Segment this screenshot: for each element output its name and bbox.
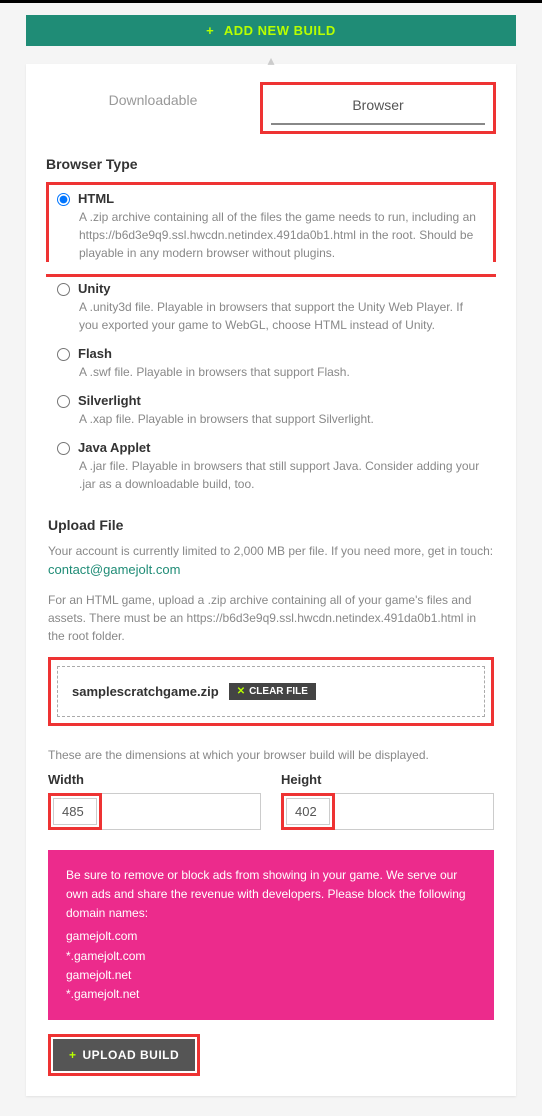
- ads-domain-4: *.gamejolt.net: [66, 985, 476, 1004]
- radio-unity[interactable]: [57, 283, 70, 296]
- card-arrow-icon: ▴: [0, 52, 542, 64]
- ads-notice-text: Be sure to remove or block ads from show…: [66, 866, 476, 924]
- browser-type-html-group: HTML A .zip archive containing all of th…: [46, 182, 496, 262]
- clear-file-button[interactable]: ✕ CLEAR FILE: [229, 683, 316, 700]
- radio-silverlight-label: Silverlight: [78, 393, 141, 408]
- ads-domain-2: *.gamejolt.com: [66, 947, 476, 966]
- tab-downloadable[interactable]: Downloadable: [46, 82, 260, 134]
- width-label: Width: [48, 772, 261, 787]
- close-icon: ✕: [237, 686, 245, 697]
- height-input[interactable]: [286, 798, 330, 825]
- radio-html-label: HTML: [78, 191, 114, 206]
- plus-icon: +: [69, 1048, 77, 1062]
- upload-section: Upload File Your account is currently li…: [46, 517, 496, 1076]
- ads-notice: Be sure to remove or block ads from show…: [48, 850, 494, 1020]
- clear-file-label: CLEAR FILE: [249, 686, 308, 697]
- upload-html-note: For an HTML game, upload a .zip archive …: [48, 591, 494, 645]
- browser-type-heading: Browser Type: [46, 156, 496, 172]
- ads-domain-3: gamejolt.net: [66, 966, 476, 985]
- width-input[interactable]: [53, 798, 97, 825]
- radio-silverlight-desc: A .xap file. Playable in browsers that s…: [79, 410, 485, 428]
- height-label: Height: [281, 772, 494, 787]
- radio-flash-label: Flash: [78, 346, 112, 361]
- tab-downloadable-label: Downloadable: [109, 92, 198, 108]
- upload-build-button[interactable]: + UPLOAD BUILD: [53, 1039, 195, 1071]
- radio-silverlight[interactable]: [57, 395, 70, 408]
- ads-domain-1: gamejolt.com: [66, 927, 476, 946]
- radio-java-label: Java Applet: [78, 440, 151, 455]
- tab-browser-label: Browser: [352, 97, 403, 113]
- uploaded-file-name: samplescratchgame.zip: [72, 684, 219, 699]
- tabs: Downloadable Browser: [46, 82, 496, 134]
- width-input-rest[interactable]: [102, 793, 261, 830]
- radio-java-desc: A .jar file. Playable in browsers that s…: [79, 457, 485, 493]
- upload-file-heading: Upload File: [48, 517, 494, 533]
- file-box: samplescratchgame.zip ✕ CLEAR FILE: [57, 666, 485, 717]
- height-input-rest[interactable]: [335, 793, 494, 830]
- plus-icon: +: [206, 23, 214, 38]
- radio-html-desc: A .zip archive containing all of the fil…: [79, 208, 485, 262]
- dimensions-note: These are the dimensions at which your b…: [48, 748, 494, 762]
- file-box-highlight: samplescratchgame.zip ✕ CLEAR FILE: [48, 657, 494, 726]
- tab-browser[interactable]: Browser: [260, 82, 496, 134]
- radio-unity-label: Unity: [78, 281, 111, 296]
- radio-html[interactable]: [57, 193, 70, 206]
- top-bar: [0, 0, 542, 3]
- add-new-build-label: ADD NEW BUILD: [224, 23, 336, 38]
- radio-java[interactable]: [57, 442, 70, 455]
- radio-flash[interactable]: [57, 348, 70, 361]
- add-new-build-button[interactable]: + ADD NEW BUILD: [26, 15, 516, 46]
- radio-flash-desc: A .swf file. Playable in browsers that s…: [79, 363, 485, 381]
- other-browser-types: Unity A .unity3d file. Playable in brows…: [46, 281, 496, 493]
- upload-limit-text: Your account is currently limited to 2,0…: [48, 544, 493, 558]
- dimensions-row: Width Height: [48, 772, 494, 830]
- contact-link[interactable]: contact@gamejolt.com: [48, 562, 180, 577]
- upload-build-highlight: + UPLOAD BUILD: [48, 1034, 200, 1076]
- width-highlight: [48, 793, 102, 830]
- highlight-border: [46, 274, 496, 277]
- radio-unity-desc: A .unity3d file. Playable in browsers th…: [79, 298, 485, 334]
- upload-build-label: UPLOAD BUILD: [83, 1048, 180, 1062]
- build-card: Downloadable Browser Browser Type HTML A…: [26, 64, 516, 1096]
- height-highlight: [281, 793, 335, 830]
